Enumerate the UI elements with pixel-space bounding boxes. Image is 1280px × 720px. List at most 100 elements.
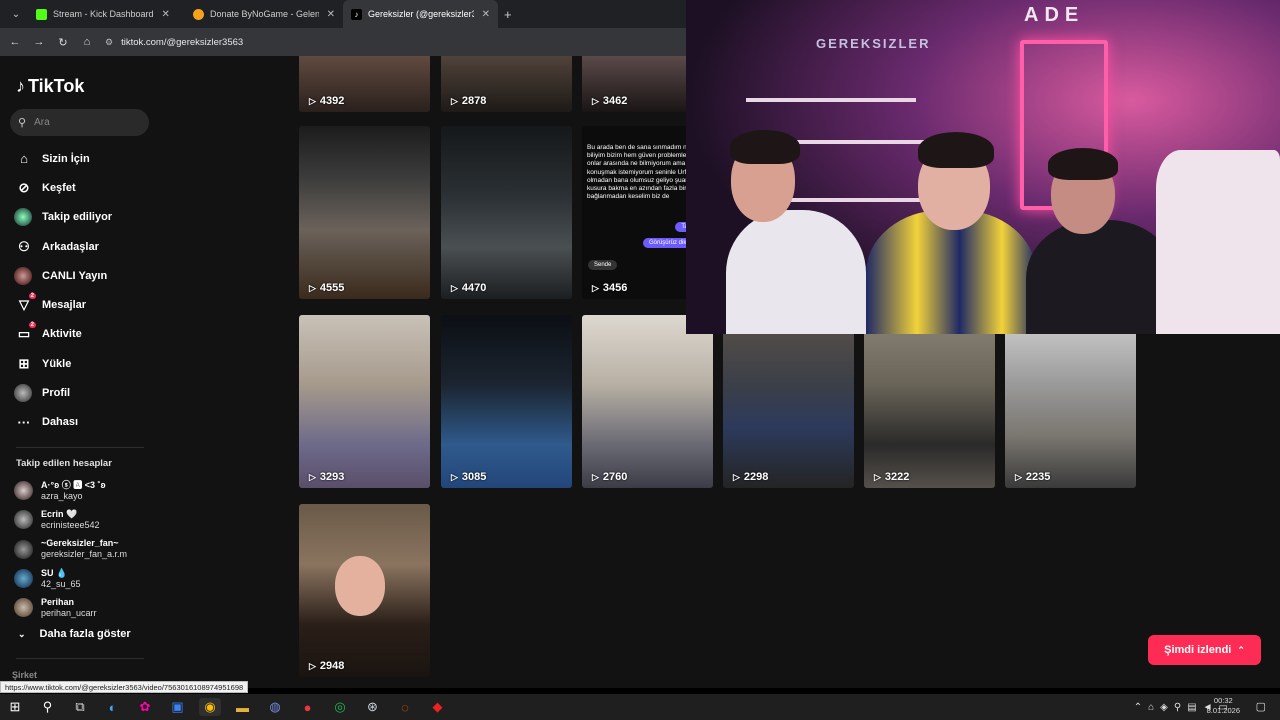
video-tile[interactable]: ▷ 2878 [441, 56, 572, 112]
video-tile[interactable]: ▷ 2235 [1005, 315, 1136, 488]
task-view-icon[interactable]: ⧉ [69, 698, 91, 716]
reload-icon[interactable]: ↻ [51, 36, 75, 49]
video-tile[interactable]: ▷ 4470 [441, 126, 572, 299]
company-link[interactable]: Şirket [12, 670, 37, 680]
sidebar-item-messages[interactable]: ▽ 2 Mesajlar [14, 290, 159, 319]
network-bars-icon[interactable]: ▤ [1187, 702, 1196, 713]
sidebar-item-more[interactable]: ··· Dahası [14, 408, 159, 437]
account-username: azra_kayo [41, 490, 83, 501]
shield-icon[interactable]: ◈ [1160, 702, 1168, 713]
tiktok-brand-text: TikTok [28, 76, 85, 96]
obs-red-icon[interactable]: ● [297, 698, 319, 716]
person-hair [918, 132, 994, 168]
messages-badge: 2 [28, 293, 36, 300]
close-icon[interactable]: ✕ [482, 9, 490, 20]
sidebar-item-profile[interactable]: Profil [14, 378, 159, 407]
steam-icon[interactable]: ⊛ [362, 698, 384, 716]
spotify-icon[interactable]: ◎ [329, 698, 351, 716]
tab-search-chevron-icon[interactable]: ⌄ [4, 4, 28, 24]
chrome-icon[interactable]: ◉ [199, 698, 221, 716]
valorant-icon[interactable]: ◆ [427, 698, 449, 716]
notification-icon[interactable]: ▢ [1256, 700, 1266, 713]
search-box[interactable]: ⚲ [10, 109, 149, 136]
face-thumbnail [335, 556, 385, 616]
view-count: ▷ 2298 [733, 471, 769, 483]
search-input[interactable] [34, 117, 135, 128]
new-tab-plus-icon[interactable]: + [504, 7, 512, 22]
origin-icon[interactable]: ◌ [394, 698, 416, 716]
video-tile[interactable]: ▷ 4392 [299, 56, 430, 112]
sidebar-item-following[interactable]: Takip ediliyor [14, 203, 159, 232]
taskbar-clock[interactable]: 00:32 8.01.2026 [1207, 696, 1240, 716]
home-icon[interactable]: ⌂ [75, 36, 99, 48]
account-name: Perihan [41, 596, 75, 607]
forward-arrow-icon[interactable]: → [27, 36, 51, 48]
store-icon[interactable]: ▣ [167, 698, 189, 716]
tab-tiktok-gereksizler[interactable]: ♪ Gereksizler (@gereksizler3563) ✕ [343, 0, 498, 28]
chevron-up-icon[interactable]: ⌃ [1134, 702, 1142, 713]
url-field[interactable]: ⚙ tiktok.com/@gereksizler3563 [105, 37, 243, 48]
site-info-icon[interactable]: ⚙ [105, 37, 113, 48]
network-icon[interactable]: ⌂ [1148, 702, 1154, 713]
tab-kick-dashboard[interactable]: Stream - Kick Dashboard ✕ [28, 0, 185, 28]
sidebar-item-activity[interactable]: ▭ 2 Aktivite [14, 320, 159, 349]
now-watched-button[interactable]: Şimdi izlendi ⌃ [1148, 635, 1261, 665]
view-count: ▷ 2878 [451, 95, 487, 107]
profile-avatar-icon [14, 384, 32, 403]
search-icon[interactable]: ⚲ [37, 698, 59, 716]
close-icon[interactable]: ✕ [162, 9, 170, 20]
followed-account[interactable]: ~Gereksizler_fan~ gereksizler_fan_a.r.m [14, 535, 164, 564]
followed-account[interactable]: Perihan perihan_ucarr [14, 593, 164, 622]
discord-icon[interactable]: ◍ [264, 698, 286, 716]
video-tile[interactable]: ▷ 3293 [299, 315, 430, 488]
play-icon: ▷ [1015, 471, 1022, 482]
sidebar-item-label: Aktivite [42, 328, 82, 341]
play-icon: ▷ [451, 282, 458, 293]
followed-account[interactable]: A·°ʚ ⓢ 🅰 <3 ˚ʚ azra_kayo [14, 476, 164, 505]
video-tile[interactable]: ▷ 2948 [299, 504, 430, 677]
person-white-shirt [726, 210, 866, 334]
avatar [14, 569, 33, 589]
person-hair [730, 130, 800, 164]
video-tile[interactable]: ▷ 2760 [582, 315, 713, 488]
clock-time: 00:32 [1213, 696, 1233, 705]
back-arrow-icon[interactable]: ← [3, 36, 27, 48]
sidebar-item-explore[interactable]: ⊘ Keşfet [14, 173, 159, 202]
tiktok-note-icon: ♪ [16, 76, 25, 96]
video-tile[interactable]: ▷ 2298 [723, 315, 854, 488]
close-icon[interactable]: ✕ [327, 9, 335, 20]
person-dark-shirt [1026, 220, 1176, 334]
followed-account[interactable]: SU 💧 42_su_65 [14, 564, 164, 593]
view-count: ▷ 3456 [592, 282, 628, 294]
video-tile[interactable]: ▷ 3085 [441, 315, 572, 488]
sidebar-divider [16, 447, 144, 448]
account-username: gereksizler_fan_a.r.m [41, 549, 128, 560]
tab-donate-bynogame[interactable]: Donate ByNoGame - Gelen/Gi ✕ [185, 0, 343, 28]
account-username: perihan_ucarr [41, 607, 97, 618]
video-tile[interactable]: ▷ 4555 [299, 126, 430, 299]
show-more-button[interactable]: ⌄ Daha fazla göster [18, 628, 131, 640]
play-icon: ▷ [733, 471, 740, 482]
status-url: https://www.tiktok.com/@gereksizler3563/… [0, 681, 249, 693]
avatar [14, 481, 33, 501]
double-chevron-up-icon: ⌃ [1237, 644, 1245, 655]
tiktok-logo[interactable]: ♪ TikTok [16, 76, 84, 97]
followed-accounts-title: Takip edilen hesaplar [16, 458, 112, 469]
sidebar-item-label: Sizin İçin [42, 152, 90, 165]
show-more-label: Daha fazla göster [39, 628, 131, 640]
followed-account[interactable]: Ecrin 🤍 ecrinisteee542 [14, 505, 164, 534]
sidebar-nav: ⌂ Sizin İçin ⊘ Keşfet Takip ediliyor ⚇ A… [14, 144, 159, 437]
windows-start-icon[interactable]: ⊞ [4, 698, 26, 716]
file-explorer-icon[interactable]: ▬ [232, 698, 254, 716]
avatar [14, 539, 33, 559]
sidebar-item-live[interactable]: CANLI Yayın [14, 261, 159, 290]
sidebar-item-for-you[interactable]: ⌂ Sizin İçin [14, 144, 159, 173]
video-tile[interactable]: ▷ 3222 [864, 315, 995, 488]
microphone-icon[interactable]: ⚲ [1174, 702, 1181, 713]
sidebar-item-upload[interactable]: ⊞ Yükle [14, 349, 159, 378]
copilot-icon[interactable]: ✿ [134, 698, 156, 716]
view-count: ▷ 3222 [874, 471, 910, 483]
edge-icon[interactable]: ◐ [102, 698, 124, 716]
sidebar-item-friends[interactable]: ⚇ Arkadaşlar [14, 232, 159, 261]
view-count: ▷ 2235 [1015, 471, 1051, 483]
